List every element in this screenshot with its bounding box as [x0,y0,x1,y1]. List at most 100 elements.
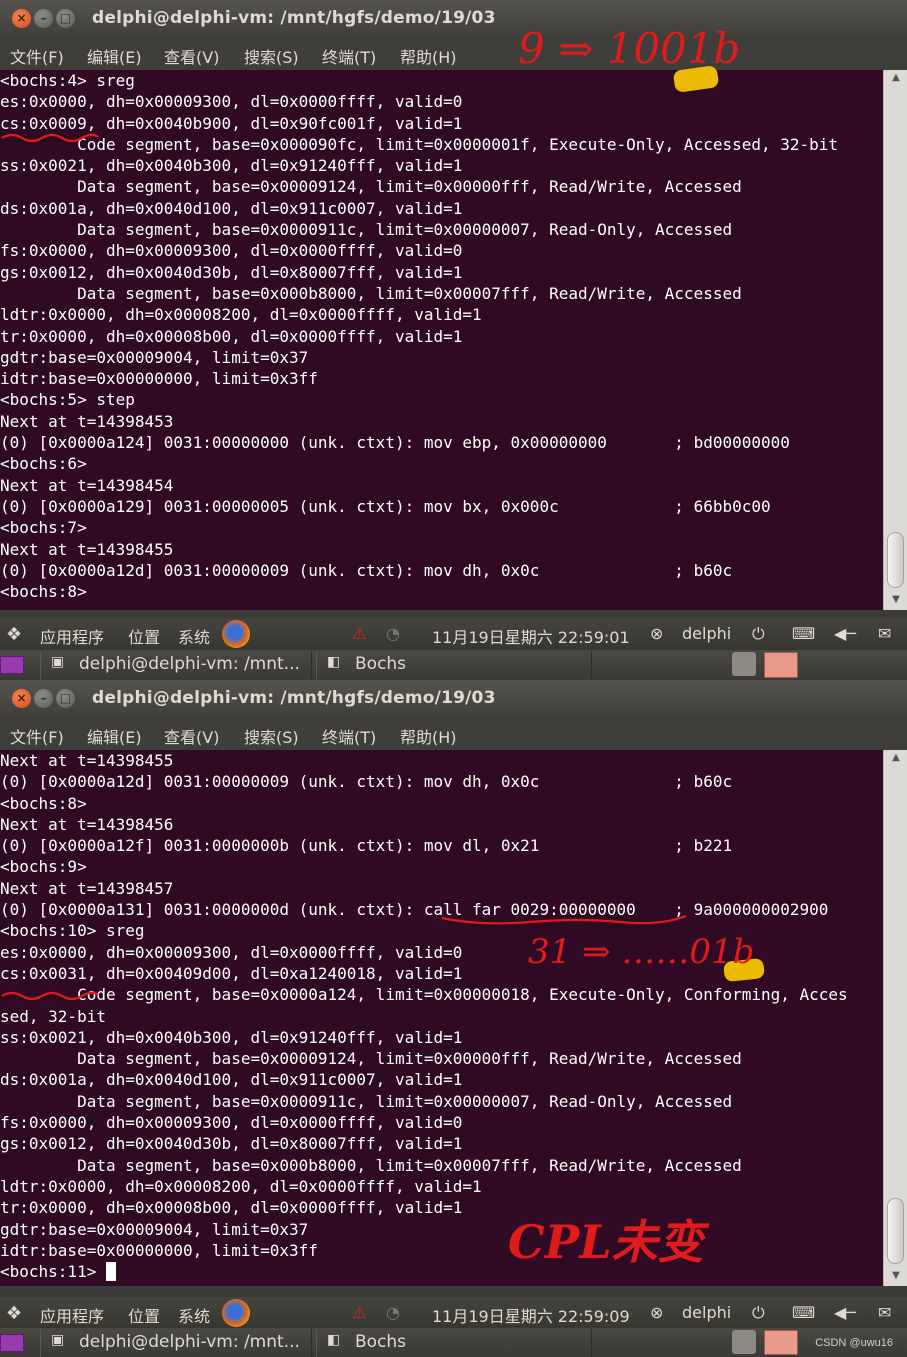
menu-edit[interactable]: 编辑(E) [87,724,142,748]
terminal-line: Next at t=14398456 [0,814,174,834]
firefox-icon[interactable] [222,1299,250,1327]
close-window-button[interactable]: × [12,9,31,28]
places-menu[interactable]: 位置 [128,624,160,648]
show-desktop-icon[interactable] [764,652,798,678]
gnome-top-panel: ❖ 应用程序 位置 系统 ⚠ ◔ 11月19日星期六 22:59:09 ⊗ de… [0,1297,907,1329]
title-bar[interactable]: × – □ delphi@delphi-vm: /mnt/hgfs/demo/1… [0,680,907,718]
watermark: CSDN @uwu16 [815,1337,893,1349]
close-window-button[interactable]: × [12,689,31,708]
applications-menu[interactable]: 应用程序 [40,1303,104,1327]
minimize-window-button[interactable]: – [34,689,53,708]
terminal-line: (0) [0x0000a12d] 0031:00000009 (unk. ctx… [0,560,733,580]
warning-icon[interactable]: ⚠ [352,624,366,643]
terminal-line: Data segment, base=0x0000911c, limit=0x0… [0,220,733,240]
terminal-line: <bochs:7> [0,518,87,538]
window-title: delphi@delphi-vm: /mnt/hgfs/demo/19/03 [92,8,496,28]
scroll-up-arrow-icon[interactable]: ▲ [889,72,903,84]
terminal-line: Next at t=14398457 [0,878,174,898]
applications-menu[interactable]: 应用程序 [40,624,104,648]
maximize-window-button[interactable]: □ [56,689,75,708]
trash-icon[interactable] [732,1330,756,1354]
scrollbar-thumb[interactable] [887,1198,904,1264]
system-menu[interactable]: 系统 [178,1303,210,1327]
taskbar-bochs-button[interactable]: ◧ Bochs [316,1329,592,1357]
bochs-icon: ◧ [327,1332,341,1348]
firefox-icon[interactable] [222,620,250,648]
keyboard-icon[interactable]: ⌨ [792,624,815,643]
terminal-line: Next at t=14398454 [0,475,174,495]
menu-view[interactable]: 查看(V) [164,724,219,748]
mail-icon[interactable]: ✉ [878,624,891,643]
terminal-line: ss:0x0021, dh=0x0040b300, dl=0x91240fff,… [0,156,463,176]
keyboard-icon[interactable]: ⌨ [792,1303,815,1322]
power-icon[interactable]: ⏻ [752,624,765,644]
terminal-prompt-line[interactable]: <bochs:11> [0,1261,883,1282]
power-icon[interactable]: ⏻ [752,1303,765,1323]
maximize-window-button[interactable]: □ [56,9,75,28]
taskbar-terminal-button[interactable]: ▣ delphi@delphi-vm: /mnt... [40,651,312,679]
scroll-down-arrow-icon[interactable]: ▼ [889,594,903,606]
scroll-down-arrow-icon[interactable]: ▼ [889,1270,903,1282]
terminal-line: Code segment, base=0x0000a124, limit=0x0… [0,985,848,1005]
trash-icon[interactable] [732,652,756,676]
menu-help[interactable]: 帮助(H) [400,44,457,68]
scrollbar[interactable]: ▲ ▼ [883,750,907,1286]
scroll-up-arrow-icon[interactable]: ▲ [889,752,903,764]
terminal-line: Next at t=14398455 [0,751,174,770]
taskbar-bottom: ▣ delphi@delphi-vm: /mnt... ◧ Bochs [0,1328,907,1357]
terminal-window-top: × – □ delphi@delphi-vm: /mnt/hgfs/demo/1… [0,0,907,610]
terminal-line: ldtr:0x0000, dh=0x00008200, dl=0x0000fff… [0,1176,482,1196]
terminal-line: Data segment, base=0x0000911c, limit=0x0… [0,1091,733,1111]
terminal-icon: ▣ [51,1332,65,1348]
terminal-line: Data segment, base=0x000b8000, limit=0x0… [0,1155,742,1175]
scrollbar-thumb[interactable] [887,532,904,588]
user-switch-icon[interactable]: ⊗ [650,624,663,643]
terminal-window-bottom: × – □ delphi@delphi-vm: /mnt/hgfs/demo/1… [0,680,907,1290]
menu-terminal[interactable]: 终端(T) [322,724,376,748]
menu-help[interactable]: 帮助(H) [400,724,457,748]
taskbar-bochs-button[interactable]: ◧ Bochs [316,651,592,679]
terminal-line: Data segment, base=0x000b8000, limit=0x0… [0,283,742,303]
workspace-icon[interactable] [0,656,24,674]
mail-icon[interactable]: ✉ [878,1303,891,1322]
title-bar[interactable]: × – □ delphi@delphi-vm: /mnt/hgfs/demo/1… [0,0,907,38]
window-title: delphi@delphi-vm: /mnt/hgfs/demo/19/03 [92,688,496,708]
terminal-line: es:0x0000, dh=0x00009300, dl=0x0000ffff,… [0,92,463,112]
user-name[interactable]: delphi [682,1303,731,1322]
minimize-window-button[interactable]: – [34,9,53,28]
terminal-line: <bochs:10> sreg [0,921,145,941]
menu-file[interactable]: 文件(F) [10,44,64,68]
network-icon[interactable]: ◔ [386,1303,400,1322]
terminal-line: (0) [0x0000a12f] 0031:0000000b (unk. ctx… [0,836,733,856]
menu-bar: 文件(F) 编辑(E) 查看(V) 搜索(S) 终端(T) 帮助(H) [0,38,907,70]
show-desktop-icon[interactable] [764,1330,798,1355]
taskbar-top: ▣ delphi@delphi-vm: /mnt... ◧ Bochs [0,650,907,680]
terminal-line: fs:0x0000, dh=0x00009300, dl=0x0000ffff,… [0,1113,463,1133]
ubuntu-logo-icon[interactable]: ❖ [6,624,22,645]
terminal-line: Next at t=14398455 [0,539,174,559]
system-menu[interactable]: 系统 [178,624,210,648]
terminal-output[interactable]: <bochs:4> sreg es:0x0000, dh=0x00009300, … [0,70,883,610]
ubuntu-logo-icon[interactable]: ❖ [6,1303,22,1324]
volume-icon[interactable]: ◀─ [834,624,856,643]
menu-search[interactable]: 搜索(S) [244,724,299,748]
clock[interactable]: 11月19日星期六 22:59:09 [432,1303,630,1327]
user-switch-icon[interactable]: ⊗ [650,1303,663,1322]
places-menu[interactable]: 位置 [128,1303,160,1327]
clock[interactable]: 11月19日星期六 22:59:01 [432,624,630,648]
menu-edit[interactable]: 编辑(E) [87,44,142,68]
menu-view[interactable]: 查看(V) [164,44,219,68]
volume-icon[interactable]: ◀─ [834,1303,856,1322]
workspace-icon[interactable] [0,1334,24,1352]
taskbar-terminal-button[interactable]: ▣ delphi@delphi-vm: /mnt... [40,1329,312,1357]
terminal-line: gs:0x0012, dh=0x0040d30b, dl=0x80007fff,… [0,1134,463,1154]
menu-search[interactable]: 搜索(S) [244,44,299,68]
menu-terminal[interactable]: 终端(T) [322,44,376,68]
menu-file[interactable]: 文件(F) [10,724,64,748]
user-name[interactable]: delphi [682,624,731,643]
terminal-output[interactable]: Next at t=14398455 (0) [0x0000a12d] 0031:… [0,750,883,1286]
terminal-line: tr:0x0000, dh=0x00008b00, dl=0x0000ffff,… [0,1198,463,1218]
scrollbar[interactable]: ▲ ▼ [883,70,907,610]
network-icon[interactable]: ◔ [386,624,400,643]
warning-icon[interactable]: ⚠ [352,1303,366,1322]
